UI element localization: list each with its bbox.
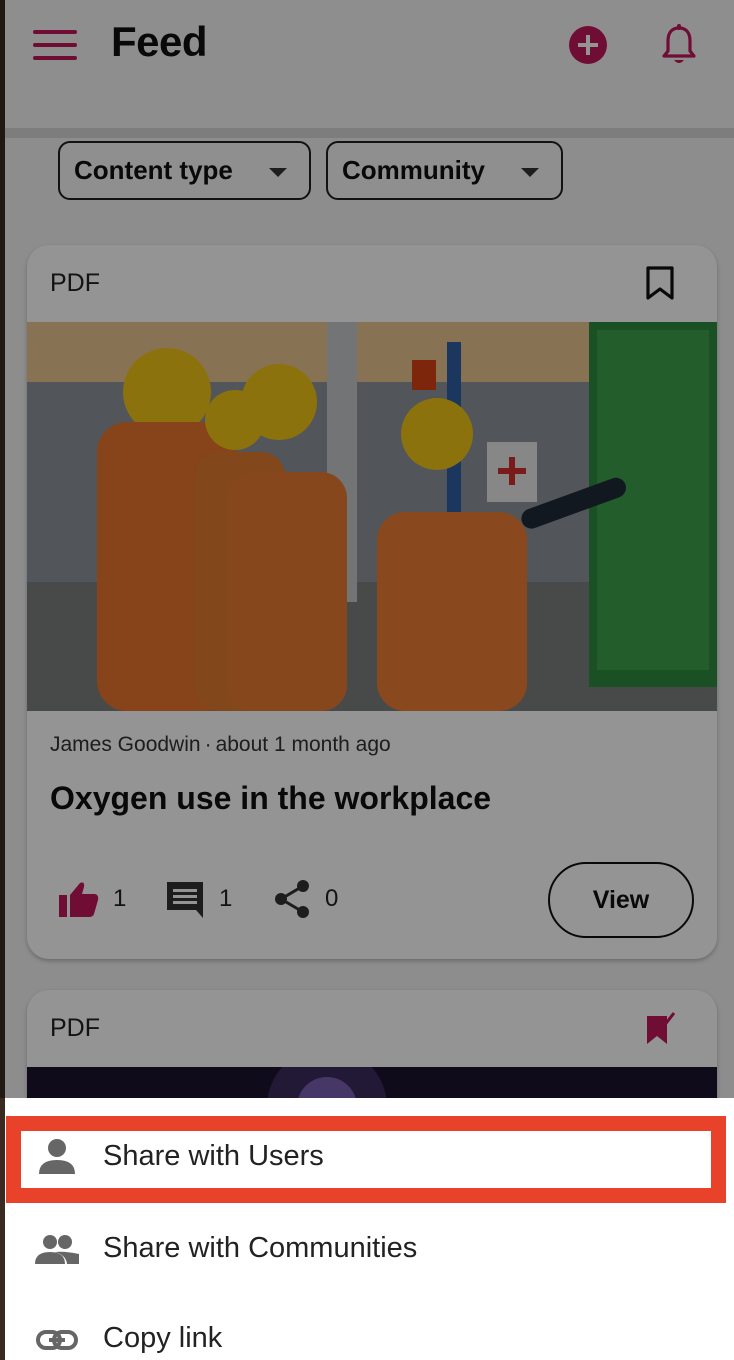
share-with-users-option[interactable]: Share with Users [5,1118,734,1198]
share-bottom-sheet: Share with Users Share with Communities … [5,1098,734,1360]
copy-link-option[interactable]: Copy link [5,1300,734,1360]
share-with-communities-option[interactable]: Share with Communities [5,1210,734,1290]
modal-scrim[interactable] [0,0,734,1098]
share-with-communities-label: Share with Communities [103,1232,418,1264]
share-with-users-label: Share with Users [103,1140,324,1172]
link-icon [36,1330,78,1350]
copy-link-label: Copy link [103,1322,223,1354]
person-icon [39,1139,75,1174]
people-icon [35,1235,79,1264]
